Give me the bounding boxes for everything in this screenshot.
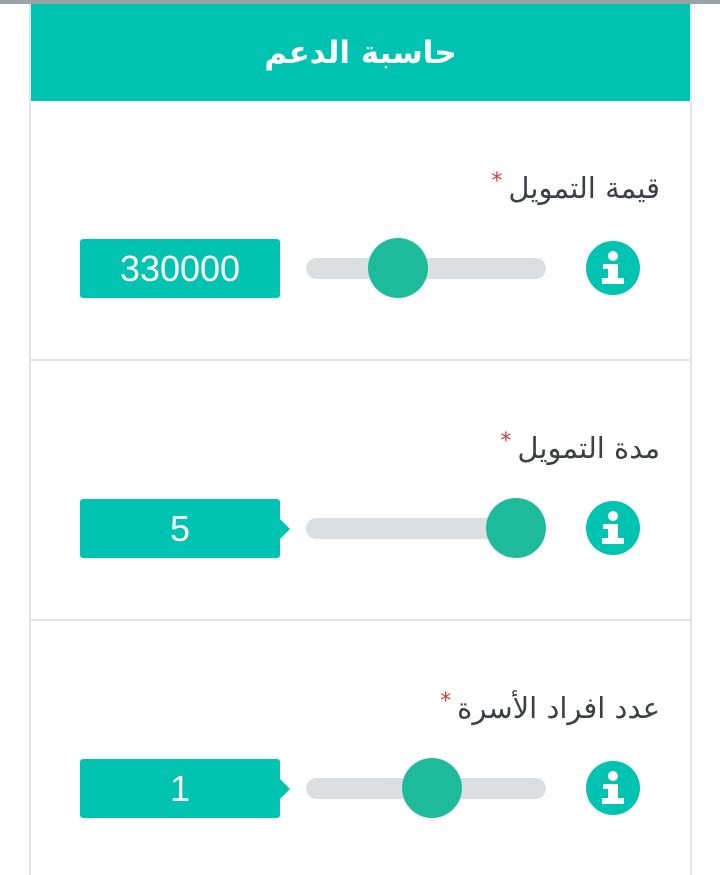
family-members-label-row: عدد افراد الأسرة *: [440, 689, 660, 726]
financing-amount-slider-thumb[interactable]: [368, 238, 428, 298]
family-members-value[interactable]: 1: [80, 759, 290, 818]
support-calculator-card: حاسبة الدعم قيمة التمويل * 330000 مدة ال…: [29, 4, 692, 875]
info-icon[interactable]: [586, 501, 640, 555]
financing-amount-section: قيمة التمويل * 330000: [31, 101, 690, 361]
financing-duration-value[interactable]: 5: [80, 499, 290, 558]
financing-duration-label: مدة التمويل: [517, 431, 660, 465]
required-marker: *: [491, 169, 503, 194]
financing-amount-value[interactable]: 330000: [80, 239, 280, 298]
financing-amount-label-row: قيمة التمويل *: [491, 169, 660, 206]
required-marker: *: [500, 429, 512, 454]
family-members-slider-thumb[interactable]: [402, 758, 462, 818]
family-members-label: عدد افراد الأسرة: [457, 691, 660, 725]
required-marker: *: [440, 689, 452, 714]
info-icon[interactable]: [586, 761, 640, 815]
financing-duration-slider-thumb[interactable]: [486, 498, 546, 558]
financing-duration-section: مدة التمويل * 5: [31, 361, 690, 621]
calculator-header: حاسبة الدعم: [31, 4, 690, 101]
financing-duration-label-row: مدة التمويل *: [500, 429, 660, 466]
family-members-section: عدد افراد الأسرة * 1: [31, 621, 690, 875]
calculator-title: حاسبة الدعم: [264, 34, 457, 71]
info-icon[interactable]: [586, 241, 640, 295]
financing-amount-label: قيمة التمويل: [508, 171, 660, 205]
